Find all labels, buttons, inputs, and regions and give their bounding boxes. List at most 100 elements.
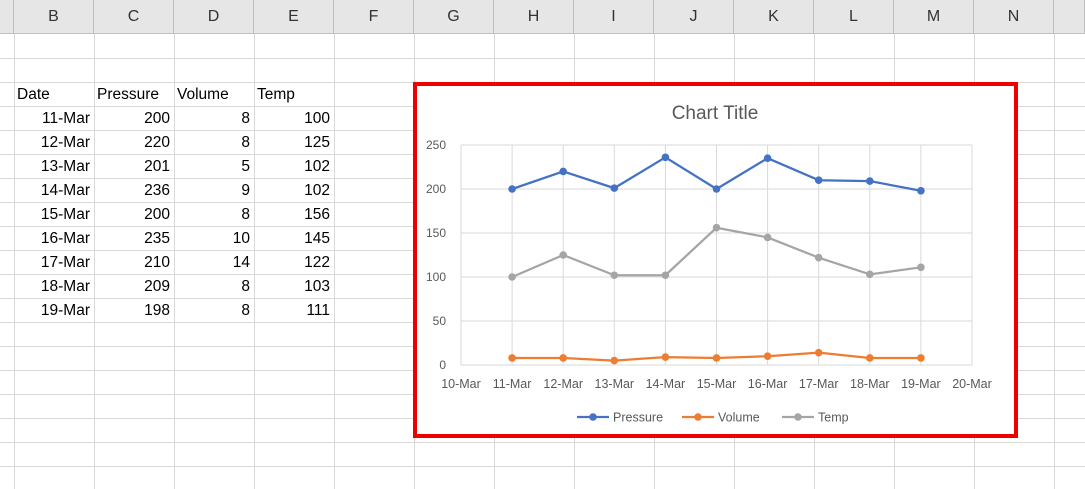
legend-label-pressure[interactable]: Pressure <box>613 411 663 425</box>
data-point-volume[interactable] <box>814 348 823 357</box>
table-cell[interactable]: 16-Mar <box>14 227 94 251</box>
x-tick-label: 10-Mar <box>441 377 481 391</box>
table-cell[interactable]: 11-Mar <box>14 107 94 131</box>
data-point-volume[interactable] <box>763 352 772 361</box>
table-cell[interactable]: 145 <box>254 227 334 251</box>
column-header-next[interactable] <box>1054 0 1085 34</box>
data-point-volume[interactable] <box>866 354 874 362</box>
y-tick-label: 150 <box>426 226 446 240</box>
column-header-n[interactable]: N <box>974 0 1054 34</box>
grid-hline <box>0 466 1085 467</box>
table-cell[interactable]: 200 <box>94 107 174 131</box>
y-tick-label: 0 <box>439 358 446 372</box>
x-tick-label: 11-Mar <box>493 377 532 391</box>
table-cell[interactable]: 111 <box>254 299 334 323</box>
data-point-temp[interactable] <box>866 270 874 279</box>
x-tick-label: 14-Mar <box>646 377 686 391</box>
table-cell[interactable]: 200 <box>94 203 174 227</box>
table-cell[interactable]: 14 <box>174 251 254 275</box>
data-point-volume[interactable] <box>712 354 721 362</box>
table-cell[interactable]: 19-Mar <box>14 299 94 323</box>
column-header-k[interactable]: K <box>734 0 814 34</box>
data-point-pressure[interactable] <box>763 154 772 162</box>
data-point-pressure[interactable] <box>917 186 925 195</box>
column-header-i[interactable]: I <box>574 0 654 34</box>
legend-label-temp[interactable]: Temp <box>818 411 849 425</box>
table-cell[interactable]: 12-Mar <box>14 131 94 155</box>
data-point-volume[interactable] <box>508 354 516 362</box>
column-header-stub[interactable] <box>0 0 14 34</box>
table-cell[interactable]: 122 <box>254 251 334 275</box>
data-point-volume[interactable] <box>559 354 567 362</box>
data-point-volume[interactable] <box>610 356 619 365</box>
column-header-f[interactable]: F <box>334 0 414 34</box>
legend-label-volume[interactable]: Volume <box>718 411 760 425</box>
data-point-temp[interactable] <box>763 233 772 242</box>
column-header-h[interactable]: H <box>494 0 574 34</box>
data-point-pressure[interactable] <box>712 185 721 193</box>
table-cell[interactable]: 125 <box>254 131 334 155</box>
table-cell[interactable]: 210 <box>94 251 174 275</box>
table-header-cell[interactable]: Volume <box>174 83 254 107</box>
table-cell[interactable]: 220 <box>94 131 174 155</box>
legend-marker-pressure <box>589 413 597 421</box>
table-cell[interactable]: 209 <box>94 275 174 299</box>
grid-hline <box>0 442 1085 443</box>
x-tick-label: 13-Mar <box>595 377 635 391</box>
table-cell[interactable]: 14-Mar <box>14 179 94 203</box>
column-header-b[interactable]: B <box>14 0 94 34</box>
y-tick-label: 50 <box>433 314 447 328</box>
table-cell[interactable]: 100 <box>254 107 334 131</box>
table-cell[interactable]: 13-Mar <box>14 155 94 179</box>
data-point-volume[interactable] <box>917 354 925 362</box>
chart-highlight-box[interactable]: Chart Title 0 50 100 150 200 250 10-Mar 11-Mar 1… <box>413 82 1018 438</box>
table-cell[interactable]: 156 <box>254 203 334 227</box>
data-point-pressure[interactable] <box>508 185 516 193</box>
data-point-pressure[interactable] <box>866 177 874 185</box>
data-point-temp[interactable] <box>661 271 670 280</box>
table-cell[interactable]: 236 <box>94 179 174 203</box>
column-header-m[interactable]: M <box>894 0 974 34</box>
column-header-d[interactable]: D <box>174 0 254 34</box>
column-header-j[interactable]: J <box>654 0 734 34</box>
column-header-c[interactable]: C <box>94 0 174 34</box>
column-header-l[interactable]: L <box>814 0 894 34</box>
table-cell[interactable]: 8 <box>174 107 254 131</box>
table-cell[interactable]: 18-Mar <box>14 275 94 299</box>
table-cell[interactable]: 8 <box>174 131 254 155</box>
data-point-temp[interactable] <box>508 273 516 281</box>
table-cell[interactable]: 201 <box>94 155 174 179</box>
data-point-pressure[interactable] <box>610 184 619 192</box>
table-cell[interactable]: 8 <box>174 299 254 323</box>
data-point-temp[interactable] <box>814 253 823 262</box>
chart-title[interactable]: Chart Title <box>672 103 759 124</box>
table-cell[interactable]: 102 <box>254 155 334 179</box>
grid-vline <box>334 34 335 489</box>
column-header-e[interactable]: E <box>254 0 334 34</box>
table-cell[interactable]: 198 <box>94 299 174 323</box>
table-cell[interactable]: 17-Mar <box>14 251 94 275</box>
data-point-temp[interactable] <box>559 251 567 259</box>
table-cell[interactable]: 5 <box>174 155 254 179</box>
data-point-pressure[interactable] <box>661 153 670 162</box>
data-point-temp[interactable] <box>917 263 925 272</box>
column-header-g[interactable]: G <box>414 0 494 34</box>
table-cell[interactable]: 15-Mar <box>14 203 94 227</box>
table-header-cell[interactable]: Pressure <box>94 83 174 107</box>
grid-hline <box>0 58 1085 59</box>
table-cell[interactable]: 9 <box>174 179 254 203</box>
data-point-pressure[interactable] <box>559 167 567 176</box>
data-point-temp[interactable] <box>712 223 721 232</box>
table-header-cell[interactable]: Temp <box>254 83 334 107</box>
table-cell[interactable]: 8 <box>174 275 254 299</box>
table-cell[interactable]: 102 <box>254 179 334 203</box>
table-header-cell[interactable]: Date <box>14 83 94 107</box>
table-cell[interactable]: 10 <box>174 227 254 251</box>
data-point-pressure[interactable] <box>814 176 823 184</box>
line-chart[interactable]: Chart Title 0 50 100 150 200 250 10-Mar 11-Mar 1… <box>417 86 1014 434</box>
table-cell[interactable]: 103 <box>254 275 334 299</box>
data-point-volume[interactable] <box>661 353 670 361</box>
table-cell[interactable]: 235 <box>94 227 174 251</box>
data-point-temp[interactable] <box>610 271 619 280</box>
table-cell[interactable]: 8 <box>174 203 254 227</box>
